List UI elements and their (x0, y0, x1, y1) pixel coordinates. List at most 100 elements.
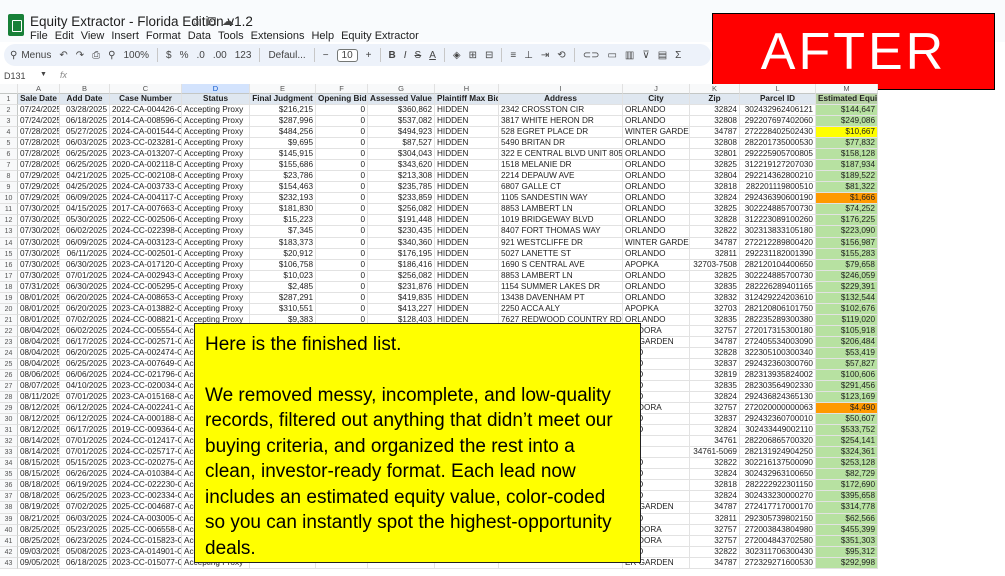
table-cell[interactable]: Accepting Proxy (182, 204, 250, 216)
horizontal-align-icon[interactable]: ≡ (510, 50, 516, 61)
table-cell[interactable]: 0 (316, 193, 368, 205)
table-cell[interactable]: $231,876 (368, 281, 435, 293)
table-cell[interactable]: 312223089100260 (740, 215, 816, 227)
row-header[interactable]: 10 (0, 193, 18, 205)
equity-cell[interactable]: $156,987 (816, 237, 878, 249)
column-header-a[interactable]: A (18, 84, 60, 94)
table-cell[interactable]: 0 (316, 292, 368, 304)
table-cell[interactable]: 08/12/2025 (18, 403, 60, 415)
equity-cell[interactable]: $314,778 (816, 502, 878, 514)
table-cell[interactable]: 06/25/2025 (60, 358, 110, 370)
table-cell[interactable]: 06/12/2025 (60, 414, 110, 426)
table-cell[interactable]: 2014-CA-008596-O (110, 116, 182, 128)
table-cell[interactable]: 07/02/2025 (60, 314, 110, 326)
table-cell[interactable]: 292214362800210 (740, 171, 816, 183)
column-header-c[interactable]: C (110, 84, 182, 94)
table-cell[interactable]: 34787 (690, 127, 740, 139)
row-header[interactable]: 30 (0, 414, 18, 426)
table-cell[interactable]: 2023-CA-013882-O (110, 303, 182, 315)
table-cell[interactable]: 07/01/2025 (60, 392, 110, 404)
row-header[interactable]: 17 (0, 270, 18, 282)
equity-cell[interactable]: $292,998 (816, 557, 878, 569)
table-cell[interactable]: 07/24/2025 (18, 116, 60, 128)
table-cell[interactable]: $9,695 (250, 138, 316, 150)
column-title-cell[interactable]: Plaintiff Max Bid (435, 94, 499, 106)
table-cell[interactable]: HIDDEN (435, 303, 499, 315)
table-cell[interactable]: 32822 (690, 546, 740, 558)
table-cell[interactable]: 272228402502430 (740, 127, 816, 139)
row-header[interactable]: 9 (0, 182, 18, 194)
table-cell[interactable]: 08/12/2025 (18, 414, 60, 426)
table-cell[interactable]: 32801 (690, 149, 740, 161)
table-cell[interactable]: 2019-CC-009364-O (110, 425, 182, 437)
table-cell[interactable]: $287,291 (250, 292, 316, 304)
column-header-k[interactable]: K (690, 84, 740, 94)
table-cell[interactable]: 32819 (690, 370, 740, 382)
table-cell[interactable]: 07/31/2025 (18, 281, 60, 293)
table-cell[interactable]: 07/30/2025 (18, 270, 60, 282)
equity-cell[interactable]: $95,312 (816, 546, 878, 558)
table-cell[interactable]: $23,786 (250, 171, 316, 183)
table-cell[interactable]: HIDDEN (435, 281, 499, 293)
table-cell[interactable]: 08/07/2025 (18, 381, 60, 393)
table-cell[interactable]: 08/11/2025 (18, 392, 60, 404)
table-cell[interactable]: 2024-CA-003005-O (110, 513, 182, 525)
row-header[interactable]: 36 (0, 480, 18, 492)
font-size-input[interactable]: 10 (336, 48, 358, 62)
row-header[interactable]: 24 (0, 347, 18, 359)
equity-cell[interactable]: $102,676 (816, 303, 878, 315)
table-cell[interactable]: 2017-CA-007663-O (110, 204, 182, 216)
equity-cell[interactable]: $100,606 (816, 370, 878, 382)
equity-cell[interactable]: $176,225 (816, 215, 878, 227)
strikethrough-button[interactable]: S (415, 50, 422, 61)
table-cell[interactable]: 06/20/2025 (60, 292, 110, 304)
equity-cell[interactable]: $77,832 (816, 138, 878, 150)
equity-cell[interactable]: $351,303 (816, 535, 878, 547)
table-cell[interactable]: 272004843702580 (740, 535, 816, 547)
table-cell[interactable]: 07/29/2025 (18, 182, 60, 194)
move-folder-icon[interactable]: ⊡ (207, 14, 222, 28)
table-cell[interactable]: 08/04/2025 (18, 336, 60, 348)
row-header[interactable]: 14 (0, 237, 18, 249)
table-cell[interactable]: 1019 BRIDGEWAY BLVD (499, 215, 623, 227)
table-cell[interactable]: 272329271600530 (740, 557, 816, 569)
table-cell[interactable]: 2023-CC-020275-O (110, 458, 182, 470)
table-cell[interactable]: 282303564902330 (740, 381, 816, 393)
table-cell[interactable]: 05/15/2025 (60, 458, 110, 470)
table-cell[interactable]: 2025-CC-004687-O (110, 502, 182, 514)
table-cell[interactable]: ORLANDO (623, 248, 690, 260)
table-cell[interactable]: HIDDEN (435, 127, 499, 139)
table-cell[interactable]: HIDDEN (435, 248, 499, 260)
table-cell[interactable]: 528 EGRET PLACE DR (499, 127, 623, 139)
row-header[interactable]: 37 (0, 491, 18, 503)
table-cell[interactable]: 06/30/2025 (60, 281, 110, 293)
table-cell[interactable]: 2024-CA-008653-O (110, 292, 182, 304)
table-cell[interactable]: 32811 (690, 513, 740, 525)
table-cell[interactable]: 32835 (690, 381, 740, 393)
table-cell[interactable]: 08/06/2025 (18, 370, 60, 382)
paint-format-icon[interactable]: ⚲ (108, 50, 115, 61)
column-title-cell[interactable]: Status (182, 94, 250, 106)
table-cell[interactable]: 0 (316, 226, 368, 238)
row-header[interactable]: 31 (0, 425, 18, 437)
table-cell[interactable]: 06/20/2025 (60, 347, 110, 359)
table-cell[interactable]: Accepting Proxy (182, 193, 250, 205)
table-cell[interactable]: 06/12/2025 (60, 403, 110, 415)
table-cell[interactable]: 06/03/2025 (60, 513, 110, 525)
table-cell[interactable]: ORLANDO (623, 160, 690, 172)
row-header[interactable]: 38 (0, 502, 18, 514)
table-cell[interactable]: 292436824365130 (740, 392, 816, 404)
menu-file[interactable]: File (30, 30, 48, 42)
table-cell[interactable]: 32825 (690, 204, 740, 216)
table-cell[interactable]: 2023-CA-015168-O (110, 392, 182, 404)
table-cell[interactable]: ORLANDO (623, 270, 690, 282)
row-header[interactable]: 29 (0, 403, 18, 415)
table-cell[interactable]: HIDDEN (435, 292, 499, 304)
table-cell[interactable]: 32808 (690, 138, 740, 150)
table-cell[interactable]: 32822 (690, 226, 740, 238)
equity-cell[interactable]: $144,647 (816, 105, 878, 117)
table-cell[interactable]: 32703-7508 (690, 259, 740, 271)
row-header[interactable]: 39 (0, 513, 18, 525)
font-select[interactable]: Defaul... (268, 50, 305, 61)
table-cell[interactable]: 05/30/2025 (60, 215, 110, 227)
